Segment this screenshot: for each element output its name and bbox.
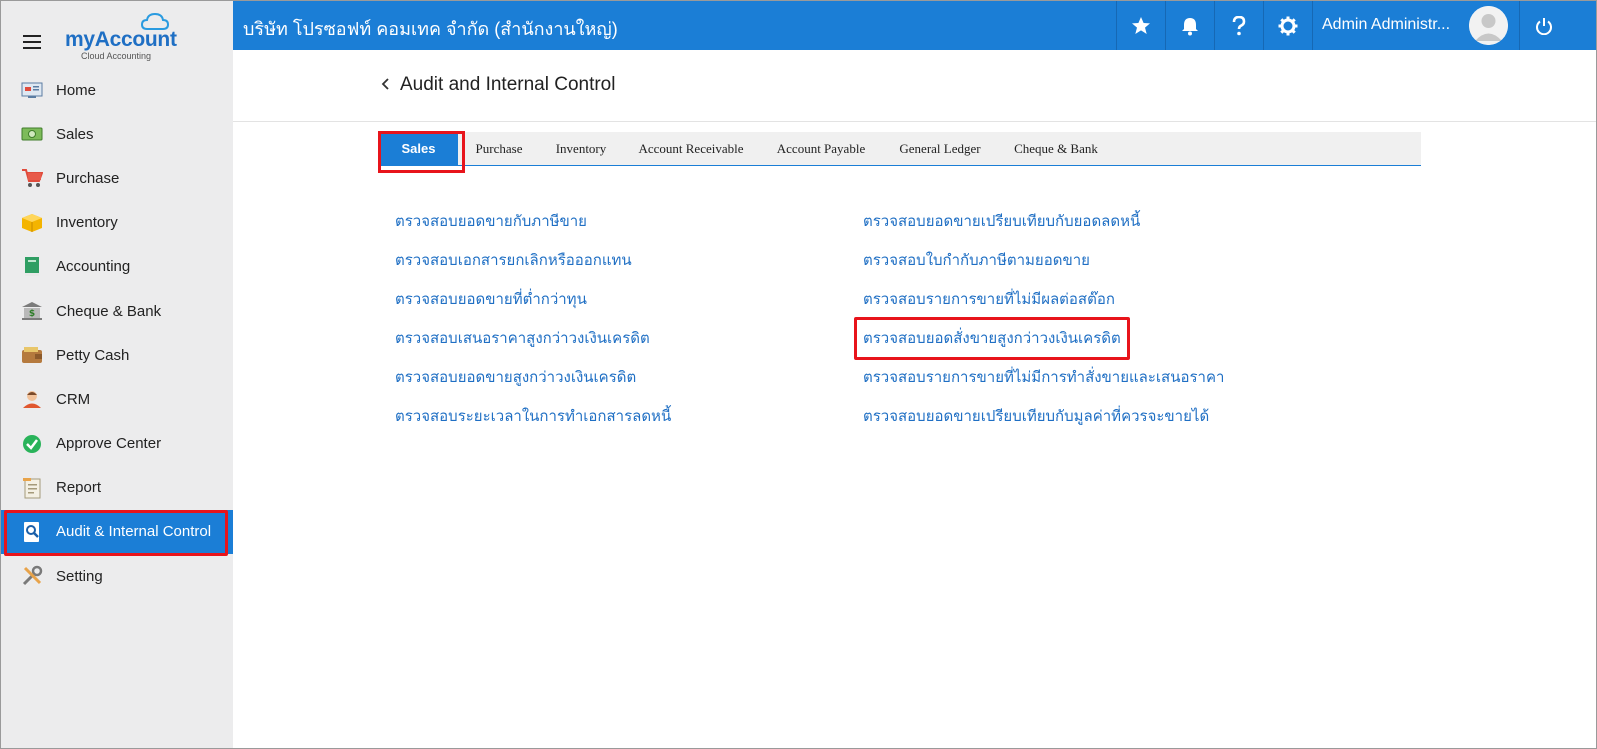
logo-tagline: Cloud Accounting	[81, 51, 152, 61]
sidebar-item-accounting[interactable]: Accounting	[1, 245, 233, 289]
link-sales-below-cost[interactable]: ตรวจสอบยอดขายที่ต่ำกว่าทุน	[395, 287, 587, 311]
top-bar: บริษัท โปรซอฟท์ คอมเทค จำกัด (สำนักงานให…	[233, 1, 1596, 50]
link-sales-no-order-quotation[interactable]: ตรวจสอบรายการขายที่ไม่มีการทำสั่งขายและเ…	[863, 365, 1224, 389]
link-sales-order-over-credit[interactable]: ตรวจสอบยอดสั่งขายสูงกว่าวงเงินเครดิต	[854, 317, 1130, 360]
link-quotation-over-credit[interactable]: ตรวจสอบเสนอราคาสูงกว่าวงเงินเครดิต	[395, 326, 650, 350]
sidebar-item-label: Setting	[56, 567, 103, 585]
tab-purchase[interactable]: Purchase	[467, 132, 531, 166]
bank-icon: $	[21, 300, 43, 322]
logo[interactable]: myAccount Cloud Accounting	[65, 13, 185, 63]
sidebar-item-label: Sales	[56, 125, 94, 143]
app-window: myAccount Cloud Accounting Home Sales Pu…	[0, 0, 1597, 749]
tab-account-payable[interactable]: Account Payable	[768, 132, 874, 166]
sidebar-item-audit-internal-control[interactable]: Audit & Internal Control	[1, 509, 233, 557]
link-credit-note-duration[interactable]: ตรวจสอบระยะเวลาในการทำเอกสารลดหนี้	[395, 404, 671, 428]
star-icon	[1132, 16, 1150, 34]
sidebar-item-inventory[interactable]: Inventory	[1, 201, 233, 245]
sidebar-item-approve-center[interactable]: Approve Center	[1, 422, 233, 466]
tools-icon	[21, 565, 43, 587]
power-icon	[1536, 17, 1552, 35]
topbar-divider	[1312, 1, 1314, 50]
sidebar-item-label: Audit & Internal Control	[56, 523, 212, 541]
sidebar-item-sales[interactable]: Sales	[1, 112, 233, 156]
home-icon	[21, 79, 43, 101]
question-icon	[1232, 15, 1246, 35]
link-sales-vs-output-tax[interactable]: ตรวจสอบยอดขายกับภาษีขาย	[395, 209, 587, 233]
sidebar-item-report[interactable]: Report	[1, 466, 233, 510]
link-sales-vs-expected-value[interactable]: ตรวจสอบยอดขายเปรียบเทียบกับมูลค่าที่ควรจ…	[863, 404, 1209, 428]
sidebar-item-home[interactable]: Home	[1, 68, 233, 112]
tab-account-receivable[interactable]: Account Receivable	[631, 132, 751, 166]
book-icon	[21, 256, 43, 278]
chevron-left-icon[interactable]	[379, 77, 393, 91]
tab-bar: Sales Purchase Inventory Account Receiva…	[378, 131, 1421, 173]
link-sales-over-credit[interactable]: ตรวจสอบยอดขายสูงกว่าวงเงินเครดิต	[395, 365, 636, 389]
box-icon	[21, 212, 43, 234]
sidebar-item-cheque-bank[interactable]: $ Cheque & Bank	[1, 289, 233, 333]
sidebar-item-label: Inventory	[56, 214, 118, 232]
sidebar-item-purchase[interactable]: Purchase	[1, 156, 233, 200]
sidebar-item-label: CRM	[56, 390, 91, 408]
logout-button[interactable]	[1519, 1, 1568, 50]
person-icon	[21, 388, 43, 410]
sidebar-item-label: Home	[56, 81, 97, 99]
sidebar-item-label: Purchase	[56, 169, 120, 187]
gear-icon	[1278, 16, 1298, 35]
sidebar-nav: Home Sales Purchase Inventory Accounting…	[1, 68, 233, 598]
page-header: Audit and Internal Control	[233, 50, 1596, 122]
check-circle-icon	[21, 433, 43, 455]
settings-button[interactable]	[1263, 1, 1312, 50]
sidebar-item-label: Cheque & Bank	[56, 302, 162, 320]
tab-cheque-bank[interactable]: Cheque & Bank	[1006, 132, 1106, 166]
sidebar-item-label: Report	[56, 479, 102, 497]
link-tax-invoice-vs-sales[interactable]: ตรวจสอบใบกำกับภาษีตามยอดขาย	[863, 248, 1090, 272]
sidebar-item-petty-cash[interactable]: Petty Cash	[1, 333, 233, 377]
tab-sales[interactable]: Sales	[378, 131, 465, 173]
wallet-icon	[21, 344, 43, 366]
money-icon	[21, 123, 43, 145]
link-sales-no-stock-effect[interactable]: ตรวจสอบรายการขายที่ไม่มีผลต่อสต๊อก	[863, 287, 1115, 311]
help-button[interactable]	[1214, 1, 1263, 50]
user-name[interactable]: Admin Administr...	[1322, 16, 1450, 34]
sidebar: myAccount Cloud Accounting Home Sales Pu…	[1, 1, 233, 748]
sidebar-item-label: Accounting	[56, 258, 131, 276]
sidebar-item-setting[interactable]: Setting	[1, 554, 233, 598]
hamburger-menu-icon[interactable]	[23, 35, 41, 49]
audit-icon	[21, 521, 43, 543]
bell-icon	[1182, 17, 1198, 35]
tab-inventory[interactable]: Inventory	[547, 132, 615, 166]
avatar[interactable]	[1469, 6, 1508, 45]
favorites-button[interactable]	[1116, 1, 1165, 50]
page-title: Audit and Internal Control	[400, 74, 616, 95]
sidebar-item-label: Approve Center	[56, 435, 162, 453]
svg-text:$: $	[29, 309, 35, 319]
logo-name: myAccount	[65, 28, 177, 51]
link-sales-vs-credit-notes[interactable]: ตรวจสอบยอดขายเปรียบเทียบกับยอดลดหนี้	[863, 209, 1140, 233]
report-icon	[21, 477, 43, 499]
company-name[interactable]: บริษัท โปรซอฟท์ คอมเทค จำกัด (สำนักงานให…	[243, 14, 618, 43]
cart-icon	[21, 167, 43, 189]
sidebar-item-crm[interactable]: CRM	[1, 377, 233, 421]
sidebar-item-label: Petty Cash	[56, 346, 130, 364]
notifications-button[interactable]	[1165, 1, 1214, 50]
tab-general-ledger[interactable]: General Ledger	[891, 132, 989, 166]
link-cancelled-reissued-docs[interactable]: ตรวจสอบเอกสารยกเลิกหรือออกแทน	[395, 248, 632, 272]
